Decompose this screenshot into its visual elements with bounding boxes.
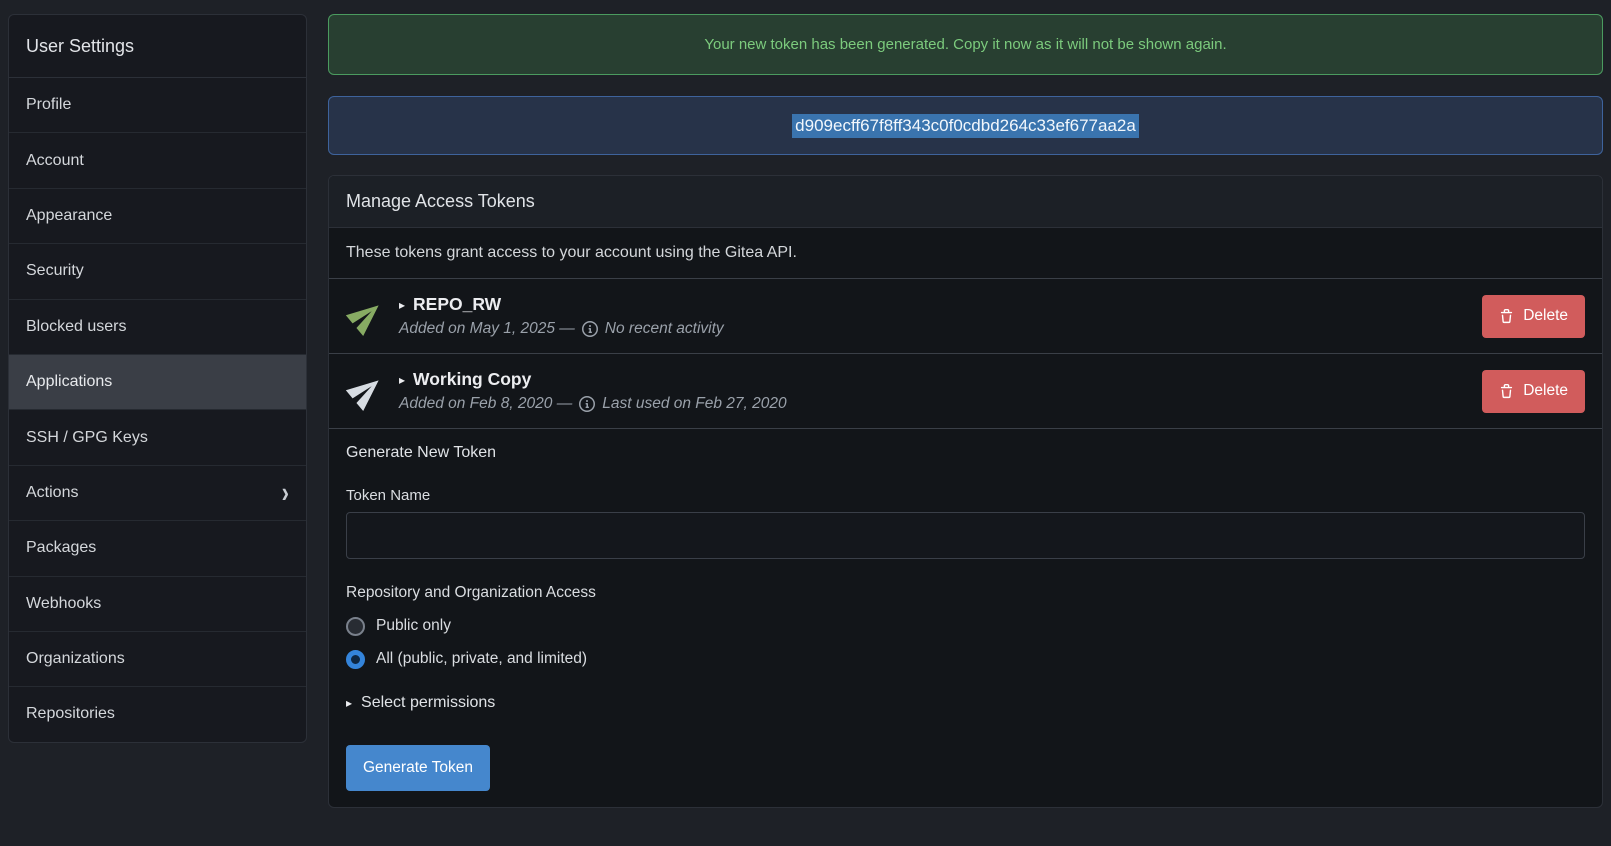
trash-icon xyxy=(1499,384,1514,399)
token-row: ▸ REPO_RW Added on May 1, 2025 — No rece… xyxy=(329,279,1602,354)
radio-button[interactable] xyxy=(346,617,365,636)
token-name-label: Token Name xyxy=(346,487,1585,504)
success-message-text: Your new token has been generated. Copy … xyxy=(704,36,1226,53)
sidebar-item-blocked-users[interactable]: Blocked users xyxy=(9,300,306,355)
access-tokens-panel: Manage Access Tokens These tokens grant … xyxy=(328,175,1603,808)
token-name-input[interactable] xyxy=(346,512,1585,559)
sidebar-item-applications[interactable]: Applications xyxy=(9,355,306,410)
sidebar-item-security[interactable]: Security xyxy=(9,244,306,299)
radio-label: All (public, private, and limited) xyxy=(376,650,587,668)
triangle-right-icon: ▸ xyxy=(399,373,405,387)
new-token-value[interactable]: d909ecff67f8ff343c0f0cdbd264c33ef677aa2a xyxy=(792,114,1139,138)
sidebar-item-webhooks[interactable]: Webhooks xyxy=(9,577,306,632)
delete-button-label: Delete xyxy=(1523,382,1568,400)
paper-plane-icon xyxy=(346,296,386,336)
token-added-date: Added on Feb 8, 2020 — xyxy=(399,395,572,413)
new-token-box: d909ecff67f8ff343c0f0cdbd264c33ef677aa2a xyxy=(328,96,1603,155)
success-message: Your new token has been generated. Copy … xyxy=(328,14,1603,75)
sidebar-item-appearance[interactable]: Appearance xyxy=(9,189,306,244)
trash-icon xyxy=(1499,309,1514,324)
generate-token-button[interactable]: Generate Token xyxy=(346,745,490,791)
token-info: ▸ Working Copy Added on Feb 8, 2020 — La… xyxy=(399,369,787,413)
sidebar-item-actions[interactable]: Actions › xyxy=(9,466,306,521)
triangle-right-icon: ▸ xyxy=(346,696,352,710)
panel-title: Manage Access Tokens xyxy=(329,176,1602,228)
sidebar-item-organizations[interactable]: Organizations xyxy=(9,632,306,687)
sidebar-item-repositories[interactable]: Repositories xyxy=(9,687,306,741)
delete-button-label: Delete xyxy=(1523,307,1568,325)
settings-sidebar: User Settings Profile Account Appearance… xyxy=(8,14,307,743)
delete-token-button[interactable]: Delete xyxy=(1482,295,1585,338)
info-icon[interactable] xyxy=(582,321,598,337)
token-name-toggle[interactable]: ▸ REPO_RW xyxy=(399,294,724,315)
sidebar-item-ssh-gpg-keys[interactable]: SSH / GPG Keys xyxy=(9,410,306,465)
page: User Settings Profile Account Appearance… xyxy=(0,0,1611,808)
info-icon[interactable] xyxy=(579,396,595,412)
generate-token-form: Generate New Token Token Name Repository… xyxy=(329,429,1602,807)
triangle-right-icon: ▸ xyxy=(399,298,405,312)
main-content: Your new token has been generated. Copy … xyxy=(328,14,1603,808)
token-name-toggle[interactable]: ▸ Working Copy xyxy=(399,369,787,390)
radio-option-all[interactable]: All (public, private, and limited) xyxy=(346,648,1585,670)
select-permissions-toggle[interactable]: ▸ Select permissions xyxy=(346,694,1585,712)
sidebar-item-profile[interactable]: Profile xyxy=(9,78,306,133)
sidebar-title: User Settings xyxy=(9,15,306,78)
token-meta: Added on May 1, 2025 — No recent activit… xyxy=(399,320,724,338)
paper-plane-icon xyxy=(346,371,386,411)
token-activity-text: Last used on Feb 27, 2020 xyxy=(602,395,786,413)
panel-description: These tokens grant access to your accoun… xyxy=(329,228,1602,279)
token-row: ▸ Working Copy Added on Feb 8, 2020 — La… xyxy=(329,354,1602,429)
token-name-text: REPO_RW xyxy=(413,294,501,315)
sidebar-item-packages[interactable]: Packages xyxy=(9,521,306,576)
token-name-text: Working Copy xyxy=(413,369,531,390)
radio-label: Public only xyxy=(376,617,451,635)
select-permissions-label: Select permissions xyxy=(361,694,495,712)
token-activity-text: No recent activity xyxy=(605,320,724,338)
delete-token-button[interactable]: Delete xyxy=(1482,370,1585,413)
token-info: ▸ REPO_RW Added on May 1, 2025 — No rece… xyxy=(399,294,724,338)
token-added-date: Added on May 1, 2025 — xyxy=(399,320,575,338)
radio-option-public-only[interactable]: Public only xyxy=(346,615,1585,637)
sidebar-item-account[interactable]: Account xyxy=(9,133,306,188)
repo-org-access-label: Repository and Organization Access xyxy=(346,584,1585,602)
token-meta: Added on Feb 8, 2020 — Last used on Feb … xyxy=(399,395,787,413)
generate-new-token-title: Generate New Token xyxy=(346,444,1585,462)
radio-button[interactable] xyxy=(346,650,365,669)
chevron-right-icon: › xyxy=(282,479,289,508)
